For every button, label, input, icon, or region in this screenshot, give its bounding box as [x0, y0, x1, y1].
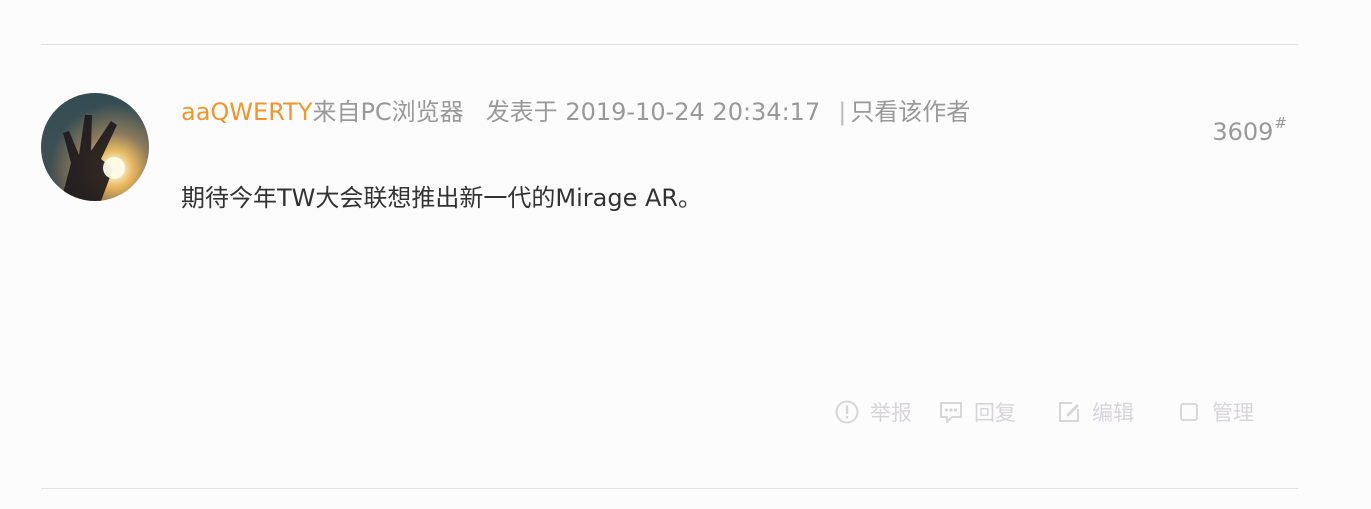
checkbox-icon: [1176, 399, 1202, 425]
floor-number: 3609#: [1212, 109, 1287, 149]
floor-mark: #: [1274, 114, 1287, 132]
floor-number-value: 3609: [1212, 118, 1274, 146]
post-actions: 举报 回复 编辑 管理: [834, 394, 1254, 430]
edit-button[interactable]: 编辑: [1056, 397, 1134, 427]
only-author-link[interactable]: 只看该作者: [850, 98, 970, 126]
meta-separator: |: [838, 98, 847, 126]
top-divider: [41, 44, 1298, 45]
manage-label: 管理: [1212, 401, 1254, 425]
forum-post: aaQWERTY来自PC浏览器 发表于 2019-10-24 20:34:17 | 只…: [0, 0, 1371, 509]
avatar-image: [41, 93, 149, 201]
alert-icon: [834, 399, 860, 425]
report-button[interactable]: 举报: [834, 397, 912, 427]
manage-button[interactable]: 管理: [1176, 397, 1254, 427]
reply-button[interactable]: 回复: [938, 397, 1016, 427]
report-label: 举报: [870, 401, 912, 425]
post-source: 来自PC浏览器: [312, 98, 464, 126]
bottom-divider: [41, 488, 1298, 489]
author-link[interactable]: aaQWERTY: [181, 98, 312, 126]
post-content: 期待今年TW大会联想推出新一代的Mirage AR。: [181, 184, 703, 212]
comment-icon: [938, 399, 964, 425]
post-meta: aaQWERTY来自PC浏览器 发表于 2019-10-24 20:34:17 | 只…: [181, 95, 970, 129]
edit-icon: [1056, 399, 1082, 425]
edit-label: 编辑: [1092, 401, 1134, 425]
avatar[interactable]: [41, 93, 149, 201]
post-date: 发表于 2019-10-24 20:34:17: [485, 98, 821, 126]
reply-label: 回复: [974, 401, 1016, 425]
